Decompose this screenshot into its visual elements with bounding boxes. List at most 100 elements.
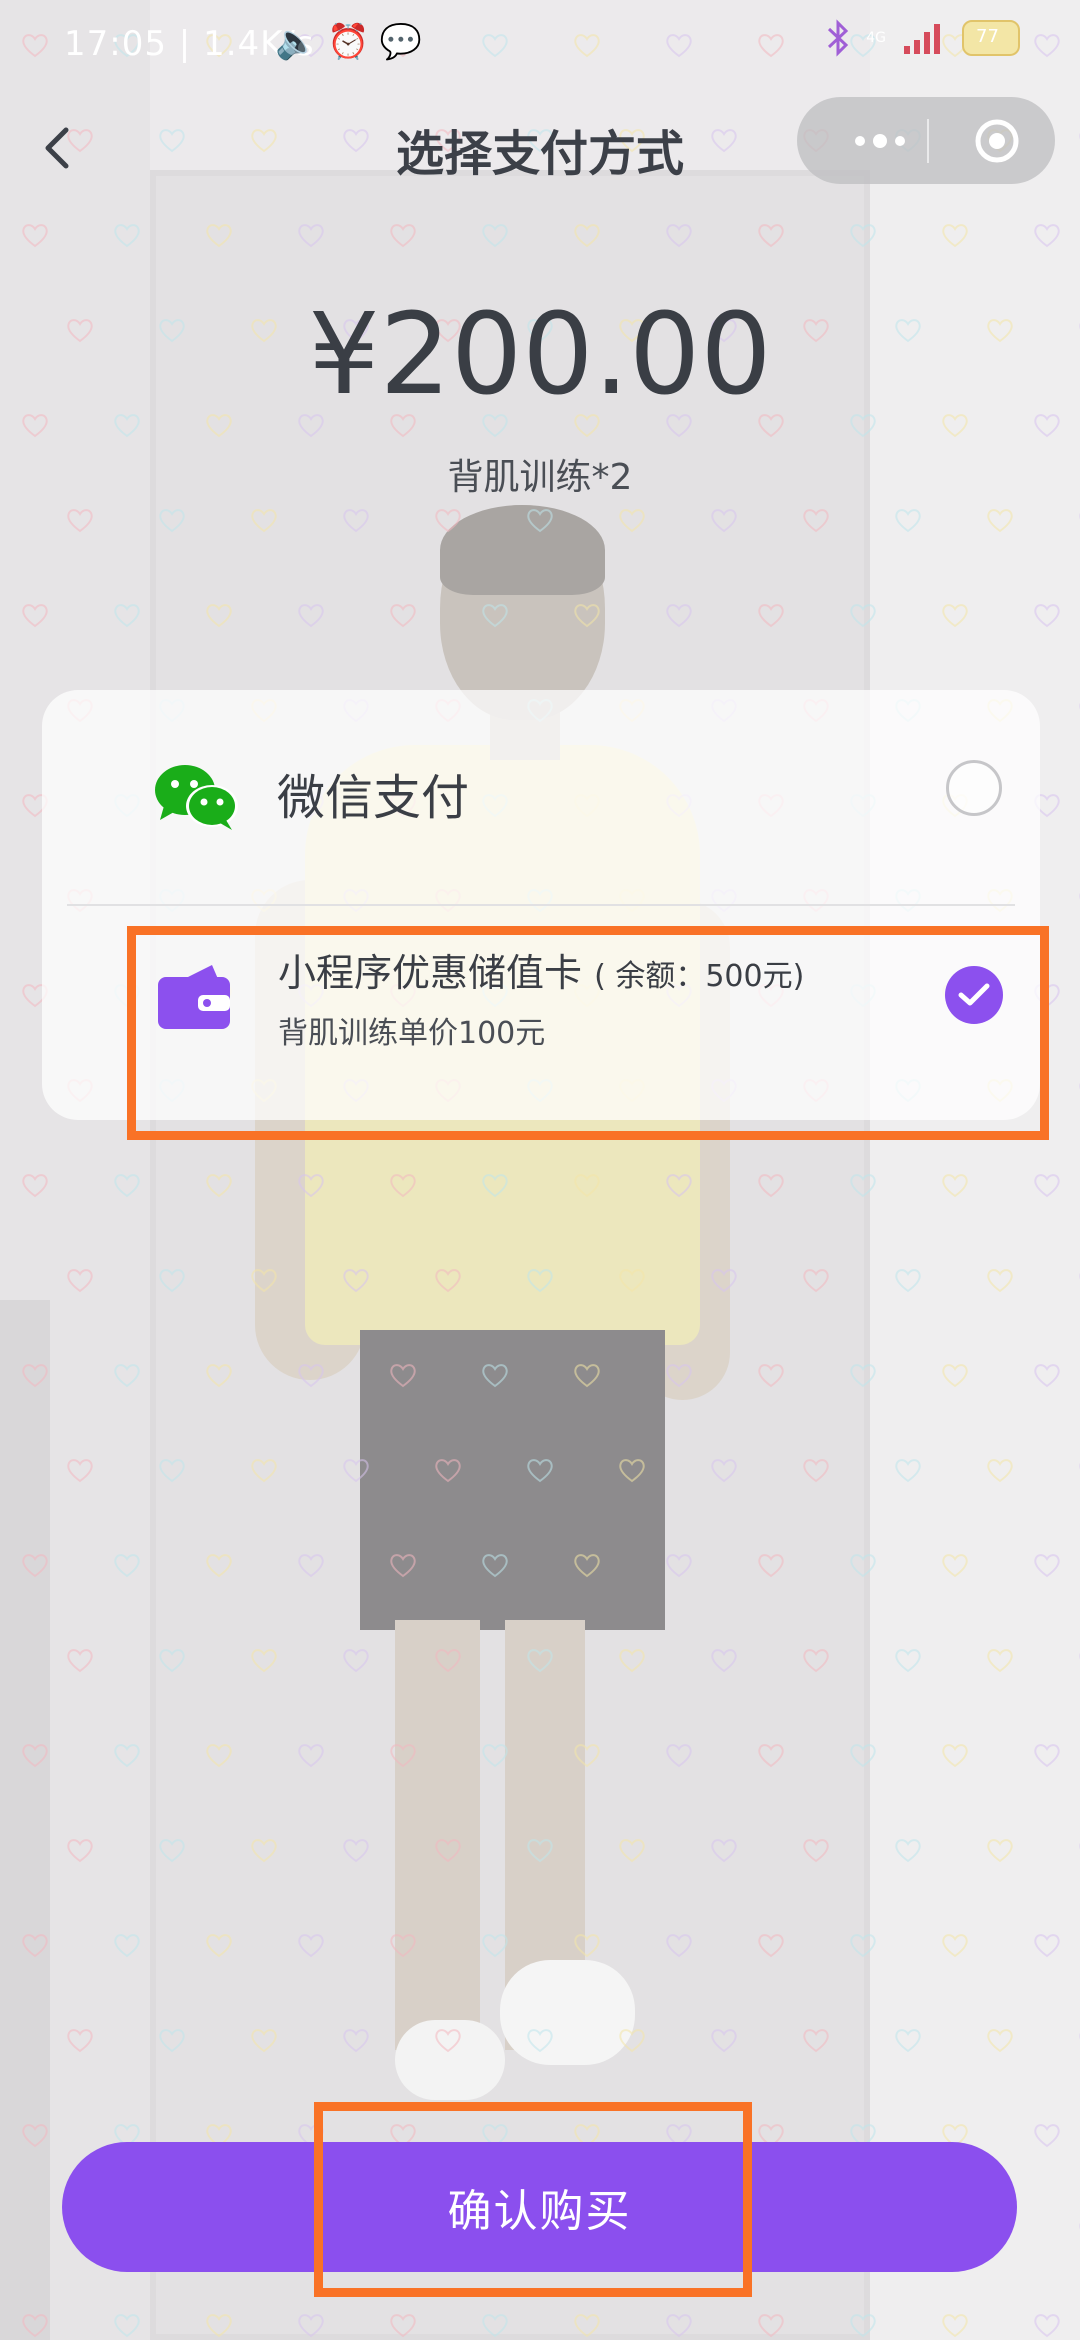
payment-option-label: 小程序优惠储值卡 [278, 951, 583, 995]
heart-decoration [298, 1744, 324, 1768]
heart-decoration [114, 2314, 140, 2338]
heart-decoration [67, 509, 93, 533]
heart-decoration [482, 1554, 508, 1578]
heart-decoration [390, 1744, 416, 1768]
heart-decoration [850, 1554, 876, 1578]
radio-unchecked[interactable] [946, 760, 1002, 816]
heart-decoration [22, 2124, 48, 2148]
close-mini-program-button[interactable] [962, 97, 1032, 184]
heart-decoration [574, 1934, 600, 1958]
bluetooth-icon [828, 19, 849, 57]
heart-decoration [803, 1649, 829, 1673]
heart-decoration [298, 1554, 324, 1578]
heart-decoration [803, 509, 829, 533]
network-type: 4G [866, 30, 886, 46]
heart-decoration [67, 2029, 93, 2053]
heart-decoration [711, 1839, 737, 1863]
heart-decoration [390, 604, 416, 628]
wechat-notification-icon: 💬 [379, 22, 423, 62]
order-description: 背肌训练*2 [447, 457, 633, 498]
heart-decoration [987, 1839, 1013, 1863]
signal-icon [904, 24, 940, 54]
heart-decoration [435, 1459, 461, 1483]
card-balance: ( 余额：500元) [594, 959, 805, 994]
heart-decoration [298, 1174, 324, 1198]
heart-decoration [666, 1934, 692, 1958]
heart-decoration [435, 1649, 461, 1673]
confirm-purchase-button[interactable]: 确认购买 [62, 2142, 1017, 2272]
more-dots-icon [855, 133, 905, 148]
heart-decoration [67, 1839, 93, 1863]
heart-decoration [1034, 2314, 1060, 2338]
heart-decoration [987, 509, 1013, 533]
heart-decoration [159, 1269, 185, 1293]
heart-decoration [343, 1269, 369, 1293]
heart-decoration [942, 2314, 968, 2338]
heart-decoration [1034, 2124, 1060, 2148]
heart-decoration [206, 604, 232, 628]
heart-decoration [803, 1839, 829, 1863]
heart-decoration [67, 1649, 93, 1673]
heart-decoration [298, 224, 324, 248]
heart-decoration [942, 1744, 968, 1768]
heart-decoration [758, 1554, 784, 1578]
heart-decoration [343, 2029, 369, 2053]
alarm-icon: ⏰ [327, 22, 370, 62]
heart-decoration [666, 1174, 692, 1198]
heart-decoration [435, 509, 461, 533]
battery-icon: 77 [962, 20, 1020, 56]
heart-decoration [666, 604, 692, 628]
heart-decoration [758, 1934, 784, 1958]
heart-decoration [895, 509, 921, 533]
heart-decoration [22, 2314, 48, 2338]
heart-decoration [527, 1839, 553, 1863]
heart-decoration [22, 604, 48, 628]
heart-decoration [114, 1364, 140, 1388]
card-unit-price-note: 背肌训练单价100元 [278, 1016, 546, 1051]
heart-decoration [22, 1744, 48, 1768]
heart-decoration [159, 1839, 185, 1863]
heart-decoration [574, 1364, 600, 1388]
heart-decoration [251, 2029, 277, 2053]
heart-decoration [114, 1554, 140, 1578]
radio-checked[interactable] [945, 966, 1003, 1024]
heart-decoration [527, 2029, 553, 2053]
heart-decoration [22, 224, 48, 248]
heart-decoration [850, 1934, 876, 1958]
heart-decoration [1034, 1554, 1060, 1578]
heart-decoration [343, 509, 369, 533]
heart-decoration [895, 1269, 921, 1293]
heart-decoration [251, 1269, 277, 1293]
heart-decoration [711, 1459, 737, 1483]
heart-decoration [850, 224, 876, 248]
heart-decoration [666, 224, 692, 248]
heart-decoration [251, 509, 277, 533]
payment-option-wechat[interactable]: 微信支付 [42, 690, 1040, 905]
wechat-icon [155, 765, 238, 830]
heart-decoration [390, 1364, 416, 1388]
heart-decoration [987, 1649, 1013, 1673]
heart-decoration [251, 1459, 277, 1483]
heart-decoration [1034, 1744, 1060, 1768]
heart-decoration [435, 2029, 461, 2053]
status-bar: 17:05 | 1.4K/s 🔈 ⏰ 💬 4G 77 [0, 0, 1080, 90]
heart-decoration [758, 1364, 784, 1388]
more-button[interactable] [835, 97, 925, 184]
heart-decoration [482, 1364, 508, 1388]
heart-decoration [895, 1459, 921, 1483]
heart-decoration [527, 1269, 553, 1293]
heart-decoration [159, 1459, 185, 1483]
heart-decoration [850, 2314, 876, 2338]
heart-decoration [942, 1364, 968, 1388]
heart-decoration [850, 1364, 876, 1388]
heart-decoration [987, 1459, 1013, 1483]
payment-option-stored-value-card[interactable]: 小程序优惠储值卡 ( 余额：500元) 背肌训练单价100元 [42, 906, 1040, 1120]
heart-decoration [942, 1174, 968, 1198]
heart-decoration [942, 604, 968, 628]
heart-decoration [619, 2029, 645, 2053]
heart-decoration [574, 1554, 600, 1578]
heart-decoration [850, 1744, 876, 1768]
heart-decoration [527, 509, 553, 533]
heart-decoration [895, 1839, 921, 1863]
heart-decoration [942, 1554, 968, 1578]
